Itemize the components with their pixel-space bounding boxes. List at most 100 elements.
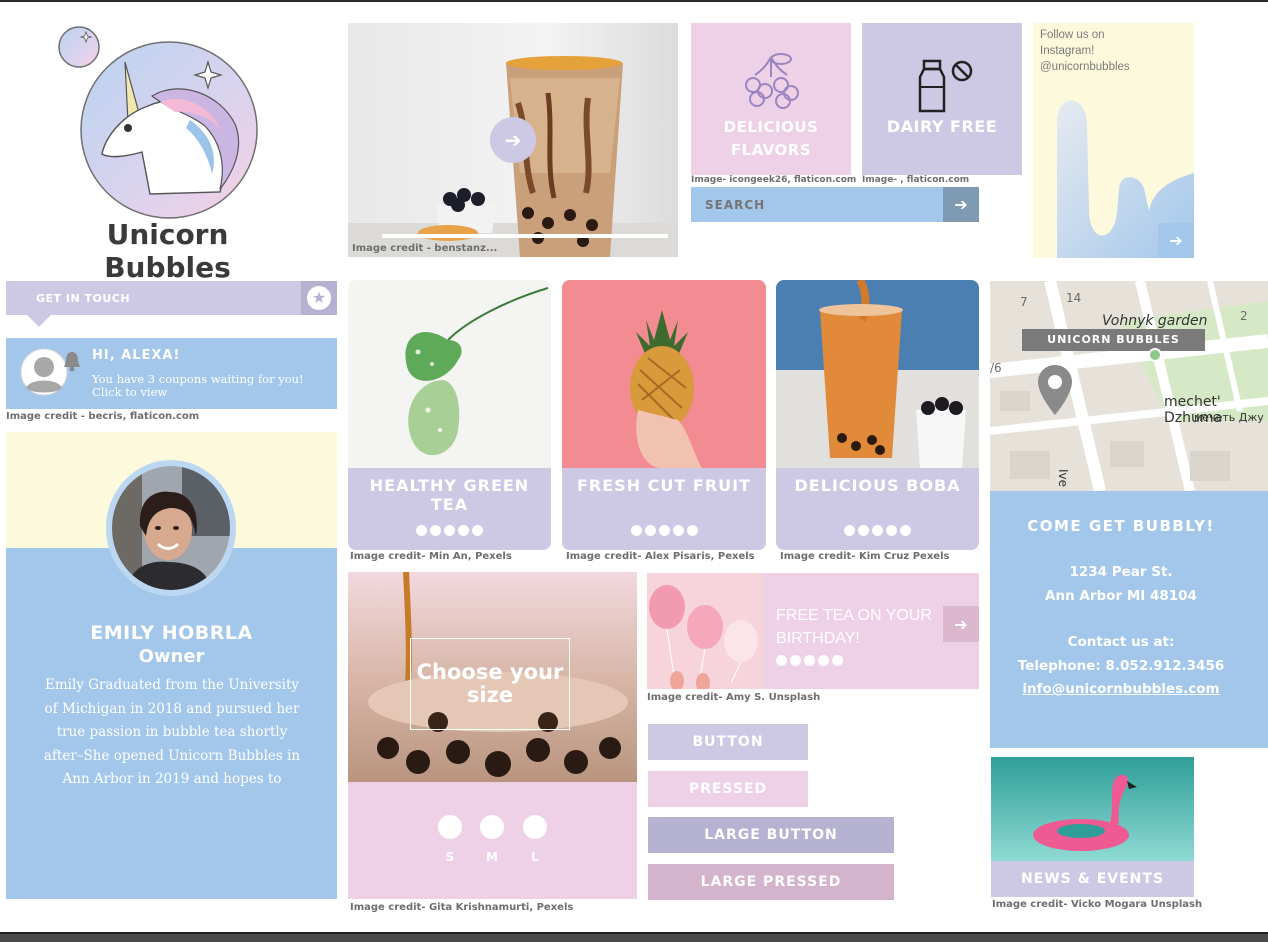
get-in-touch-label: GET IN TOUCH <box>36 292 131 305</box>
search-submit-button[interactable]: ➔ <box>943 187 979 222</box>
notification-credit: Image credit - becris, flaticon.com <box>6 411 200 422</box>
instagram-line3: @unicornbubbles <box>1040 61 1130 73</box>
product-label: HEALTHY GREEN TEA <box>369 476 530 514</box>
instagram-next-button[interactable]: ➔ <box>1158 223 1194 258</box>
map-park-marker-icon <box>1148 348 1162 362</box>
promo-text-line1: FREE TEA ON YOUR <box>776 607 932 624</box>
arrow-right-icon: ➔ <box>954 614 968 634</box>
location-info-panel: COME GET BUBBLY! 1234 Pear St. Ann Arbor… <box>990 491 1268 748</box>
size-selector-card: Choose your size S M L <box>348 572 637 899</box>
boba-drink-photo <box>776 280 979 468</box>
contact-heading: Contact us at: <box>1067 634 1175 650</box>
owner-photo <box>106 460 236 596</box>
product-card-footer: HEALTHY GREEN TEA <box>348 468 551 550</box>
brand-logo[interactable]: Unicorn Bubbles <box>50 24 290 284</box>
location-map[interactable]: 7 14 2 /6 2 Vohnyk garden mechet' Dzhuma… <box>990 281 1268 491</box>
user-avatar-icon <box>20 348 68 396</box>
hero-carousel[interactable]: ➔ Image credit - benstanz... <box>348 23 678 257</box>
rating-dots <box>562 525 766 536</box>
owner-title: Owner <box>138 646 205 667</box>
product-card-boba[interactable]: DELICIOUS BOBA <box>776 280 979 550</box>
map-number-7: 7 <box>1020 295 1028 309</box>
brand-name: Unicorn Bubbles <box>104 218 231 284</box>
large-button[interactable]: LARGE BUTTON <box>648 817 894 853</box>
carousel-progress-track[interactable] <box>382 234 668 238</box>
location-heading: COME GET BUBBLY! <box>1027 517 1215 535</box>
button-pressed[interactable]: PRESSED <box>648 771 808 807</box>
instagram-line2: Instagram! <box>1040 45 1095 57</box>
news-events-label: NEWS & EVENTS <box>991 861 1194 897</box>
promo-carousel-dots[interactable] <box>776 655 843 666</box>
owner-name: EMILY HOBRLA <box>90 622 253 644</box>
owner-portrait <box>112 466 230 590</box>
size-option-small[interactable] <box>438 815 462 839</box>
pineapple-photo <box>562 280 766 468</box>
balloons-photo <box>647 573 763 689</box>
berries-icon <box>745 53 799 109</box>
product-credit: Image credit- Min An, Pexels <box>350 551 512 562</box>
map-number-2: 2 <box>1240 309 1248 323</box>
product-card-green-tea[interactable]: HEALTHY GREEN TEA <box>348 280 551 550</box>
arrow-right-icon: ➔ <box>954 195 968 214</box>
tile-delicious-flavors[interactable]: DELICIOUS FLAVORS <box>691 23 851 175</box>
size-options: S M L <box>348 782 637 899</box>
size-option-medium[interactable] <box>480 815 504 839</box>
promo-next-button[interactable]: ➔ <box>943 606 979 642</box>
product-card-footer: FRESH CUT FRUIT <box>562 468 766 550</box>
unicorn-logo-icon <box>58 26 258 219</box>
size-label-large: L <box>531 850 539 864</box>
tile-dairy-free[interactable]: DAIRY FREE <box>862 23 1022 175</box>
contact-email-link[interactable]: info@unicornbubbles.com <box>990 681 1252 697</box>
size-label-small: S <box>445 850 455 864</box>
promo-credit: Image credit- Amy S. Unsplash <box>647 692 821 703</box>
instagram-line1: Follow us on <box>1040 29 1105 41</box>
tile-credit: Image- icongeek26, flaticon.com <box>691 175 857 185</box>
product-credit: Image credit- Kim Cruz Pexels <box>780 551 950 562</box>
product-card-footer: DELICIOUS BOBA <box>776 468 979 550</box>
notification-greeting: HI, ALEXA! <box>92 348 181 363</box>
map-label-garden: Vohnyk garden <box>1102 313 1208 329</box>
tab-pointer <box>26 314 52 327</box>
map-pin-icon[interactable] <box>1038 365 1072 415</box>
size-label-medium: M <box>486 850 498 864</box>
no-milk-icon <box>918 59 973 113</box>
get-in-touch-tab[interactable]: GET IN TOUCH ★ <box>6 281 337 315</box>
tile-credit: Image- , flaticon.com <box>862 175 970 185</box>
product-card-fruit[interactable]: FRESH CUT FRUIT <box>562 280 766 550</box>
large-button-pressed[interactable]: LARGE PRESSED <box>648 864 894 900</box>
notification-card[interactable]: HI, ALEXA! You have 3 coupons waiting fo… <box>6 338 337 409</box>
search-input[interactable] <box>691 187 943 222</box>
product-label: DELICIOUS BOBA <box>794 476 961 495</box>
rating-dots <box>348 525 551 536</box>
favorite-button[interactable]: ★ <box>301 281 337 315</box>
instagram-panel[interactable]: Follow us on Instagram! @unicornbubbles … <box>1033 23 1194 258</box>
tile-label-line2: FLAVORS <box>730 141 812 159</box>
product-label: FRESH CUT FRUIT <box>577 476 751 495</box>
hero-credit: Image credit - benstanz... <box>352 243 498 254</box>
tile-label-line1: DAIRY FREE <box>886 117 998 136</box>
search-bar[interactable]: ➔ <box>691 187 979 222</box>
bell-icon <box>64 352 80 372</box>
news-credit: Image credit- Vicko Mogara Unsplash <box>992 899 1203 910</box>
carousel-next-button[interactable]: ➔ <box>490 117 536 163</box>
map-number-14: 14 <box>1066 291 1082 305</box>
address-street: 1234 Pear St. <box>1069 564 1173 580</box>
owner-bio: Emily Graduated from the University of M… <box>43 677 301 787</box>
size-heading-frame: Choose your size <box>410 638 570 730</box>
news-events-card[interactable]: NEWS & EVENTS <box>991 757 1194 897</box>
birthday-promo-banner[interactable]: FREE TEA ON YOUR BIRTHDAY! ➔ <box>647 573 979 689</box>
size-option-large[interactable] <box>523 815 547 839</box>
tile-label-line1: DELICIOUS <box>723 118 819 136</box>
button-default[interactable]: BUTTON <box>648 724 808 760</box>
top-border <box>0 0 1268 2</box>
green-leaf-photo <box>348 280 551 468</box>
star-icon: ★ <box>307 286 331 310</box>
map-street-label: Ive <box>1056 468 1071 488</box>
bottom-border <box>0 932 1268 942</box>
map-marker-label: UNICORN BUBBLES <box>1022 329 1205 351</box>
map-label-mosque-cyrillic: мечеть Джу <box>1194 411 1264 424</box>
notification-link[interactable]: Click to view <box>92 386 304 399</box>
rating-dots <box>776 525 979 536</box>
address-city: Ann Arbor MI 48104 <box>1045 588 1197 604</box>
arrow-right-icon: ➔ <box>1169 231 1183 250</box>
